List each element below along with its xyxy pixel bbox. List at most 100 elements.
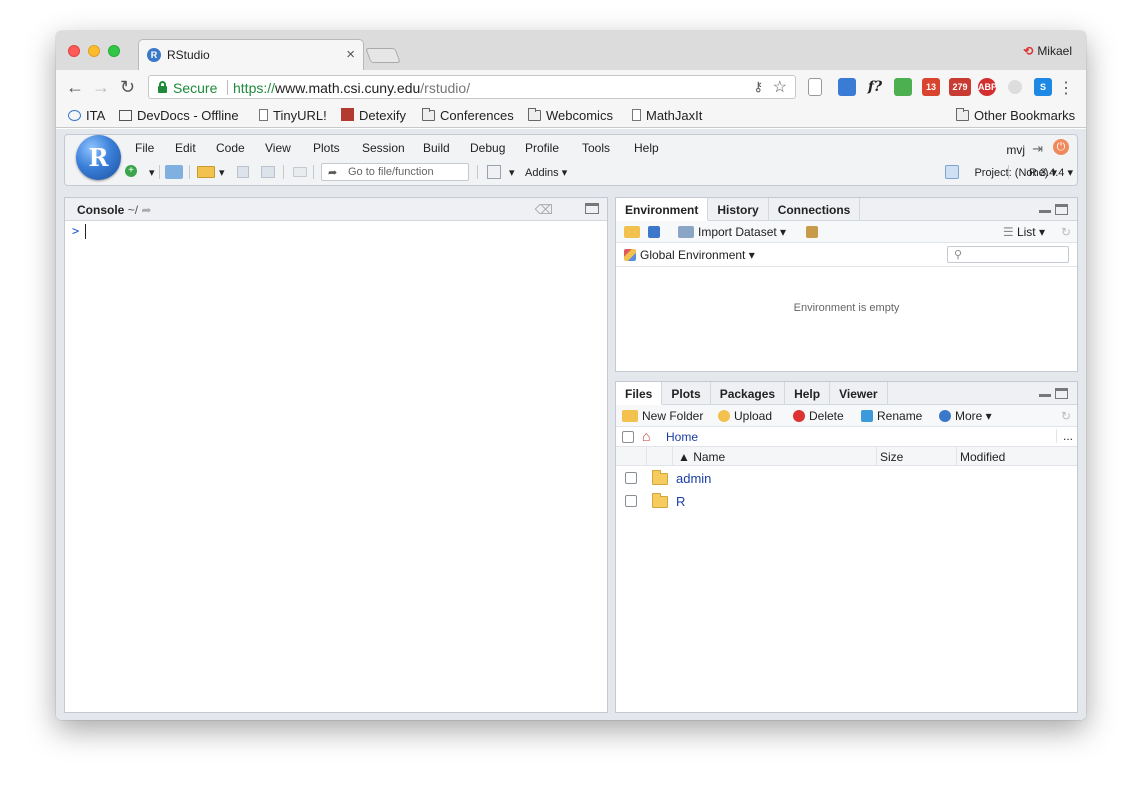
menu-debug[interactable]: Debug — [470, 141, 505, 155]
page-extension-icon[interactable] — [808, 78, 822, 96]
browser-menu-icon[interactable]: ⋮ — [1058, 78, 1074, 98]
tab-plots[interactable]: Plots — [662, 382, 711, 405]
forward-arrow-icon[interactable]: → — [92, 77, 110, 98]
calendar-extension-icon[interactable]: 13 — [922, 78, 940, 96]
menu-edit[interactable]: Edit — [175, 141, 196, 155]
open-file-icon[interactable] — [197, 166, 215, 178]
circle-extension-icon[interactable] — [1008, 80, 1022, 94]
bookmark-webcomics[interactable]: Webcomics — [528, 108, 613, 123]
sync-extension-icon[interactable] — [894, 78, 912, 96]
console-cursor[interactable] — [85, 224, 86, 239]
bookmark-tinyurl[interactable]: TinyURL! — [259, 108, 327, 123]
menu-session[interactable]: Session — [362, 141, 405, 155]
save-all-icon[interactable] — [261, 166, 275, 178]
reload-icon[interactable]: ↻ — [120, 77, 135, 98]
table-row[interactable]: R — [616, 490, 1077, 513]
menu-view[interactable]: View — [265, 141, 291, 155]
power-icon[interactable]: ⏻ — [1053, 139, 1069, 155]
tab-connections[interactable]: Connections — [769, 198, 861, 221]
upload-button[interactable]: Upload — [718, 409, 772, 423]
bookmark-mathjaxit[interactable]: MathJaxIt — [632, 108, 702, 123]
grid-layout-icon[interactable] — [487, 165, 501, 179]
column-size[interactable]: Size — [880, 450, 903, 464]
menu-build[interactable]: Build — [423, 141, 450, 155]
file-name[interactable]: admin — [676, 471, 711, 486]
global-environment-menu[interactable]: Global Environment ▾ — [624, 248, 755, 262]
tab-help[interactable]: Help — [785, 382, 831, 405]
home-icon[interactable]: ⌂ — [642, 428, 650, 444]
close-window-button[interactable] — [68, 45, 80, 57]
profile-button[interactable]: ⟲ Mikael — [1023, 44, 1072, 58]
refresh-icon[interactable]: ↻ — [1061, 225, 1071, 239]
column-modified[interactable]: Modified — [960, 450, 1005, 464]
save-workspace-icon[interactable] — [648, 225, 664, 239]
new-folder-button[interactable]: New Folder — [622, 409, 703, 423]
refresh-icon[interactable]: ↻ — [1061, 409, 1071, 423]
maximize-pane-icon[interactable] — [1055, 204, 1068, 215]
layers-extension-icon[interactable] — [838, 78, 856, 96]
load-workspace-icon[interactable] — [624, 225, 644, 239]
tab-history[interactable]: History — [708, 198, 769, 221]
key-icon[interactable]: ⚷ — [753, 79, 763, 95]
save-icon[interactable] — [237, 166, 249, 178]
bookmark-ita[interactable]: ITA — [68, 108, 105, 123]
file-name[interactable]: R — [676, 494, 685, 509]
clear-console-icon[interactable]: ⌫ — [535, 202, 553, 218]
bookmark-devdocs[interactable]: DevDocs - Offline — [119, 108, 239, 123]
menu-profile[interactable]: Profile — [525, 141, 559, 155]
import-dataset-button[interactable]: Import Dataset ▾ — [678, 225, 786, 239]
new-tab-button[interactable] — [365, 48, 401, 63]
menu-file[interactable]: File — [135, 141, 154, 155]
breadcrumb-home[interactable]: Home — [666, 430, 698, 444]
address-bar[interactable]: Secure https://www.math.csi.cuny.edu/rst… — [148, 75, 796, 99]
more-menu[interactable]: More ▾ — [939, 409, 992, 423]
back-arrow-icon[interactable]: ← — [66, 77, 84, 98]
new-project-icon[interactable] — [165, 165, 183, 179]
menu-code[interactable]: Code — [216, 141, 245, 155]
layout-dropdown-icon[interactable]: ▾ — [509, 166, 515, 179]
environment-search-input[interactable]: ⚲ — [947, 246, 1069, 263]
maximize-pane-icon[interactable] — [585, 203, 599, 214]
more-path-button[interactable]: ... — [1055, 429, 1073, 443]
table-row[interactable]: admin — [616, 467, 1077, 490]
browser-tab-rstudio[interactable]: R RStudio × — [138, 39, 364, 70]
sign-out-icon[interactable]: ⇥ — [1032, 141, 1043, 157]
open-file-dropdown-icon[interactable]: ▾ — [219, 166, 225, 179]
clear-workspace-icon[interactable] — [806, 225, 822, 239]
menu-tools[interactable]: Tools — [582, 141, 610, 155]
maximize-pane-icon[interactable] — [1055, 388, 1068, 399]
other-bookmarks[interactable]: Other Bookmarks — [956, 108, 1075, 123]
pane-minmax[interactable] — [1039, 204, 1069, 216]
column-name[interactable]: ▲ Name — [678, 450, 725, 464]
minimize-window-button[interactable] — [88, 45, 100, 57]
tab-packages[interactable]: Packages — [711, 382, 786, 405]
s-extension-icon[interactable]: S — [1034, 78, 1052, 96]
tab-viewer[interactable]: Viewer — [830, 382, 888, 405]
menu-help[interactable]: Help — [634, 141, 659, 155]
list-view-menu[interactable]: ☰ List ▾ — [1003, 225, 1045, 239]
maximize-window-button[interactable] — [108, 45, 120, 57]
new-file-dropdown-icon[interactable]: ▾ — [149, 166, 155, 179]
select-all-checkbox[interactable] — [622, 431, 634, 443]
goto-file-function-input[interactable]: ➦ Go to file/function — [321, 163, 469, 181]
minimize-pane-icon[interactable] — [1039, 210, 1051, 213]
function-extension-icon[interactable]: f? — [866, 78, 884, 96]
menu-plots[interactable]: Plots — [313, 141, 340, 155]
tab-environment[interactable]: Environment — [616, 198, 709, 221]
tab-close-icon[interactable]: × — [346, 46, 355, 63]
row-checkbox[interactable] — [625, 472, 637, 484]
adblock-extension-icon[interactable]: ABP — [978, 78, 997, 96]
bookmark-star-icon[interactable]: ☆ — [773, 77, 787, 97]
delete-button[interactable]: Delete — [793, 409, 844, 423]
pane-minmax[interactable] — [1039, 388, 1069, 400]
bookmark-detexify[interactable]: Detexify — [341, 108, 406, 123]
tab-files[interactable]: Files — [616, 382, 663, 405]
rename-button[interactable]: Rename — [861, 409, 922, 423]
addins-menu[interactable]: Addins ▾ — [525, 166, 567, 179]
print-icon[interactable] — [293, 167, 307, 177]
row-checkbox[interactable] — [625, 495, 637, 507]
r-version-menu[interactable]: R 3.4.4 ▾ — [1029, 166, 1073, 179]
minimize-pane-icon[interactable] — [1039, 394, 1051, 397]
mail-extension-icon[interactable]: 279 — [949, 78, 971, 96]
bookmark-conferences[interactable]: Conferences — [422, 108, 514, 123]
